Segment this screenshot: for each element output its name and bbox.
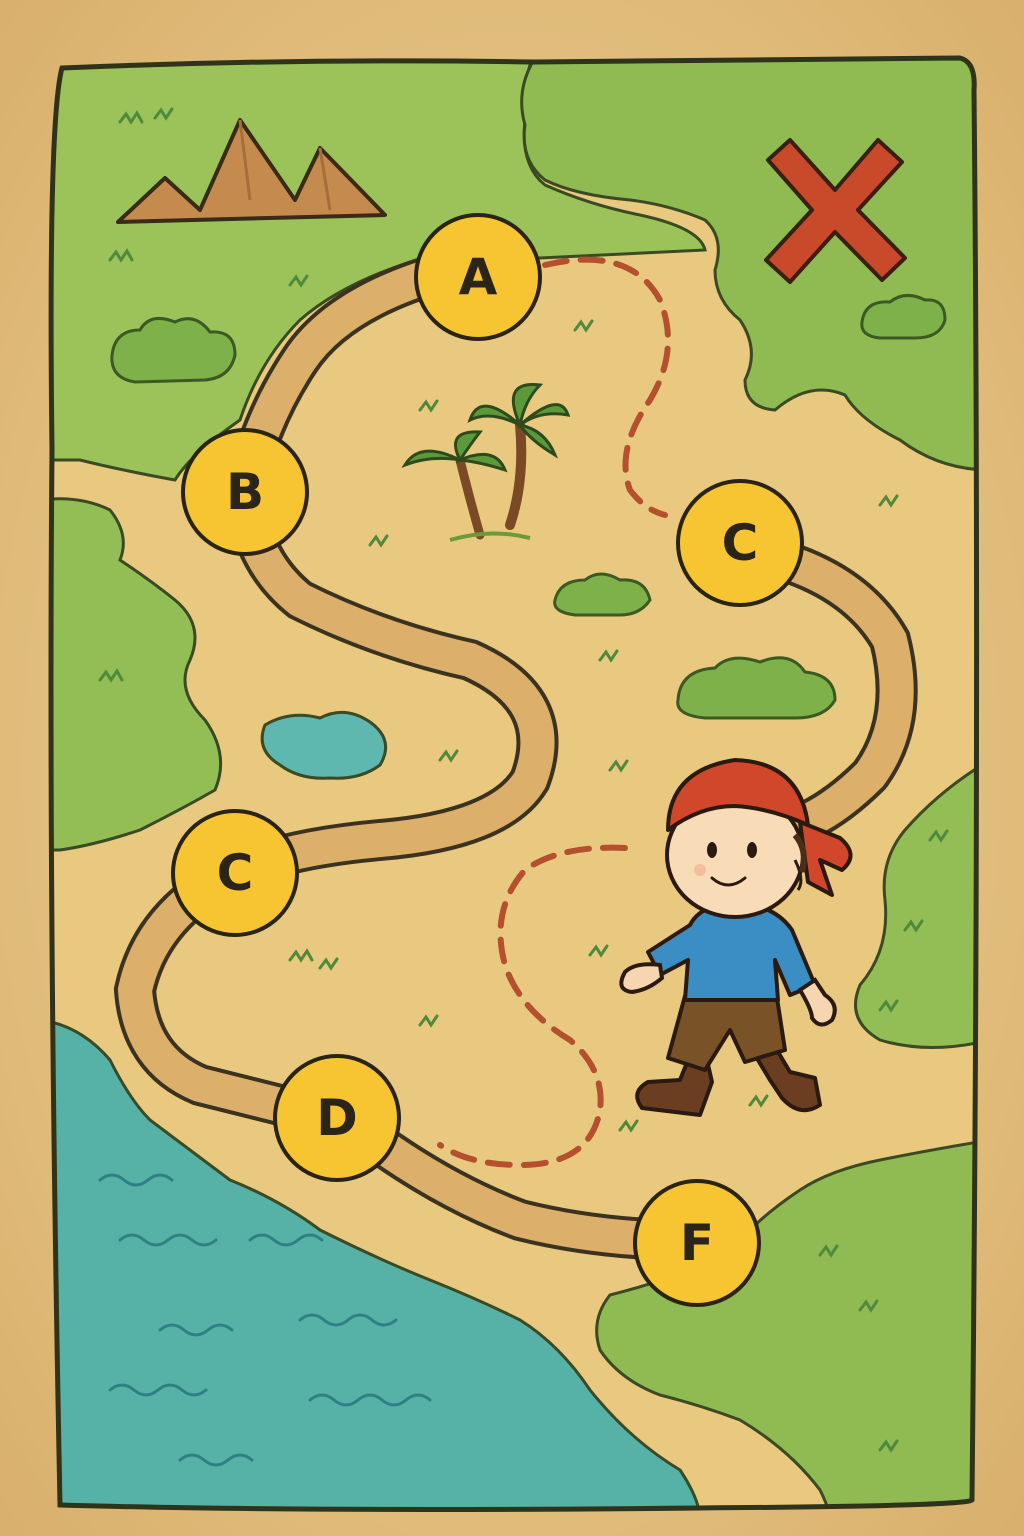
waypoint-label: D — [316, 1089, 358, 1147]
waypoint-f[interactable]: F — [633, 1179, 761, 1307]
waypoint-c-left[interactable]: C — [171, 809, 299, 937]
waypoint-a[interactable]: A — [414, 213, 542, 341]
waypoint-label: C — [217, 844, 254, 902]
waypoint-d[interactable]: D — [273, 1054, 401, 1182]
waypoint-label: B — [226, 463, 264, 521]
map-canvas: A B C C D F — [0, 0, 1024, 1536]
treasure-map: A B C C D F — [0, 0, 1024, 1536]
waypoint-c-right[interactable]: C — [676, 479, 804, 607]
waypoint-label: F — [680, 1214, 714, 1272]
waypoint-label: C — [722, 514, 759, 572]
waypoint-label: A — [459, 248, 498, 306]
waypoint-b[interactable]: B — [181, 428, 309, 556]
